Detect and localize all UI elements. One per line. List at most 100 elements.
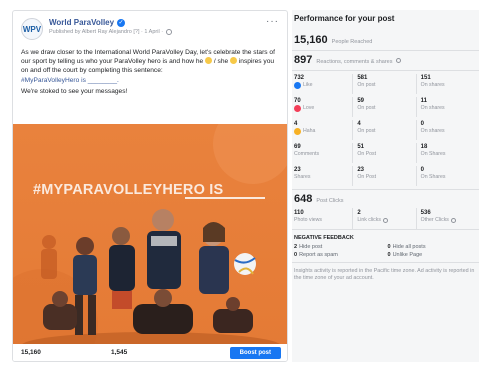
breakdown-on-post: 23 On Post (352, 166, 415, 186)
photo-views-value: 110 (294, 210, 304, 216)
on-shares-value: 0 (420, 167, 424, 173)
post-body: As we draw closer to the International W… (13, 47, 287, 96)
breakdown-total: 732 Like (292, 74, 352, 94)
post-text: As we draw closer to the International W… (21, 49, 279, 75)
emoji-icon (230, 57, 237, 65)
people-reached-row: 15,160 People Reached (292, 31, 479, 51)
breakdown-total: 23 Shares (292, 166, 352, 186)
breakdown-on-post: 59 On post (352, 97, 415, 117)
on-post-label: On Post (357, 151, 377, 157)
link-clicks-label-wrap: Link clicks (357, 217, 415, 224)
breakdown-row-shares: 23 Shares 23 On Post 0 On Shares (292, 166, 479, 186)
post-text-part-2: / she (213, 58, 229, 66)
post-image-artwork (13, 124, 287, 359)
image-hashtag-underline (185, 197, 265, 199)
engagement-row: 897 Reactions, comments & shares (292, 51, 479, 71)
on-shares-value: 151 (420, 75, 431, 81)
love-icon (294, 105, 301, 112)
engagement-value: 897 (294, 54, 313, 66)
info-icon[interactable] (382, 218, 388, 223)
unlike-page-value: 0 (387, 252, 391, 258)
on-post-label: On post (357, 105, 376, 111)
engagement-breakdown: 732 Like 581 On post 151 On shares 70 Lo… (292, 74, 479, 190)
hashtag-link[interactable]: #MyParaVolleyHero is ________. (21, 77, 279, 85)
breakdown-on-shares: 11 On shares (415, 97, 479, 117)
page-name-link[interactable]: World ParaVolley (49, 18, 114, 27)
page-logo[interactable]: WPV (21, 18, 43, 40)
on-shares-label: On shares (420, 128, 445, 134)
post-meta: Published by Albert Ray Alejandro [?] · … (49, 29, 266, 35)
on-shares-label: On shares (420, 82, 445, 88)
report-spam-stat: 0 Report as spam (292, 251, 386, 259)
breakdown-total-value: 69 (294, 144, 301, 150)
post-text-part-1: As we draw closer to the International W… (21, 49, 275, 66)
image-hashtag-text: #MYPARAVOLLEYHERO IS (33, 182, 224, 198)
verified-icon: ✓ (117, 18, 126, 27)
boost-post-button[interactable]: Boost post (229, 346, 281, 359)
on-post-label: On post (357, 128, 376, 134)
breakdown-total-value: 4 (294, 121, 298, 127)
breakdown-row-comments: 69 Comments 51 On Post 18 On Shares (292, 143, 479, 163)
on-post-value: 51 (357, 144, 365, 150)
breakdown-on-shares: 18 On Shares (415, 143, 479, 163)
insights-title: Performance for your post (294, 14, 395, 23)
on-post-label: On Post (357, 174, 377, 180)
breakdown-on-shares: 151 On shares (415, 74, 479, 94)
breakdown-total: 69 Comments (292, 143, 352, 163)
on-shares-label: On Shares (420, 151, 446, 157)
breakdown-total-value: 70 (294, 98, 301, 104)
on-shares-value: 11 (420, 98, 427, 104)
other-clicks-value: 536 (420, 210, 431, 216)
post-meta-text: Published by Albert Ray Alejandro [?] · … (49, 29, 164, 35)
other-clicks-label: Other Clicks (420, 217, 449, 223)
breakdown-on-post: 581 On post (352, 74, 415, 94)
hide-post-label: Hide post (299, 244, 323, 250)
clicks-breakdown: 110 Photo views 2 Link clicks 536 Other … (292, 208, 479, 230)
on-post-value: 4 (357, 121, 361, 127)
unlike-page-label: Unlike Page (392, 252, 423, 258)
on-shares-label: On Shares (420, 174, 446, 180)
globe-icon (166, 29, 173, 35)
other-clicks-label-wrap: Other Clicks (421, 217, 479, 224)
breakdown-total: 4 Haha (292, 120, 352, 140)
breakdown-total-value: 23 (294, 167, 301, 173)
hide-all-posts-label: Hide all posts (392, 244, 426, 250)
engagement-label: Reactions, comments & shares (316, 59, 393, 65)
breakdown-total: 70 Love (292, 97, 352, 117)
negative-feedback-title: NEGATIVE FEEDBACK (294, 235, 354, 241)
breakdown-total-label: Love (303, 105, 315, 111)
link-clicks-value: 2 (357, 210, 361, 216)
post-card: WPV World ParaVolley ✓ Published by Albe… (12, 10, 288, 362)
on-post-value: 23 (357, 167, 365, 173)
on-shares-label: On shares (420, 105, 445, 111)
people-reached-value: 15,160 (294, 34, 328, 46)
more-options-icon[interactable]: ··· (266, 17, 279, 27)
post-header-text: World ParaVolley ✓ Published by Albert R… (49, 18, 266, 35)
info-icon[interactable] (450, 218, 456, 223)
breakdown-row-haha: 4 Haha 4 On post 0 On shares (292, 120, 479, 140)
hide-all-posts-stat: 0 Hide all posts (386, 243, 480, 251)
hide-all-posts-value: 0 (387, 244, 391, 250)
breakdown-total-label: Haha (303, 128, 316, 134)
breakdown-row-love: 70 Love 59 On post 11 On shares (292, 97, 479, 117)
breakdown-total-label: Comments (294, 151, 320, 157)
on-post-label: On post (357, 82, 376, 88)
photo-views-cell: 110 Photo views (292, 208, 352, 229)
post-header: WPV World ParaVolley ✓ Published by Albe… (13, 11, 287, 47)
post-clicks-value: 648 (294, 193, 313, 205)
report-spam-label: Report as spam (299, 252, 338, 258)
post-image[interactable]: #MYPARAVOLLEYHERO IS (13, 124, 287, 359)
insights-footnote: Insights activity is reported in the Pac… (294, 268, 475, 281)
breakdown-total-label-wrap: Like (294, 82, 352, 89)
footer-reach-value: 15,160 (21, 349, 41, 356)
breakdown-on-post: 4 On post (352, 120, 415, 140)
breakdown-total-label: Like (303, 82, 313, 88)
on-post-value: 59 (357, 98, 365, 104)
breakdown-row-like: 732 Like 581 On post 151 On shares (292, 74, 479, 94)
on-shares-value: 18 (420, 144, 428, 150)
info-icon[interactable] (396, 58, 402, 63)
hide-post-stat: 2 Hide post (292, 243, 386, 251)
insights-panel: Performance for your post 15,160 People … (292, 10, 479, 362)
emoji-icon (205, 57, 213, 65)
people-reached-label: People Reached (331, 39, 373, 45)
